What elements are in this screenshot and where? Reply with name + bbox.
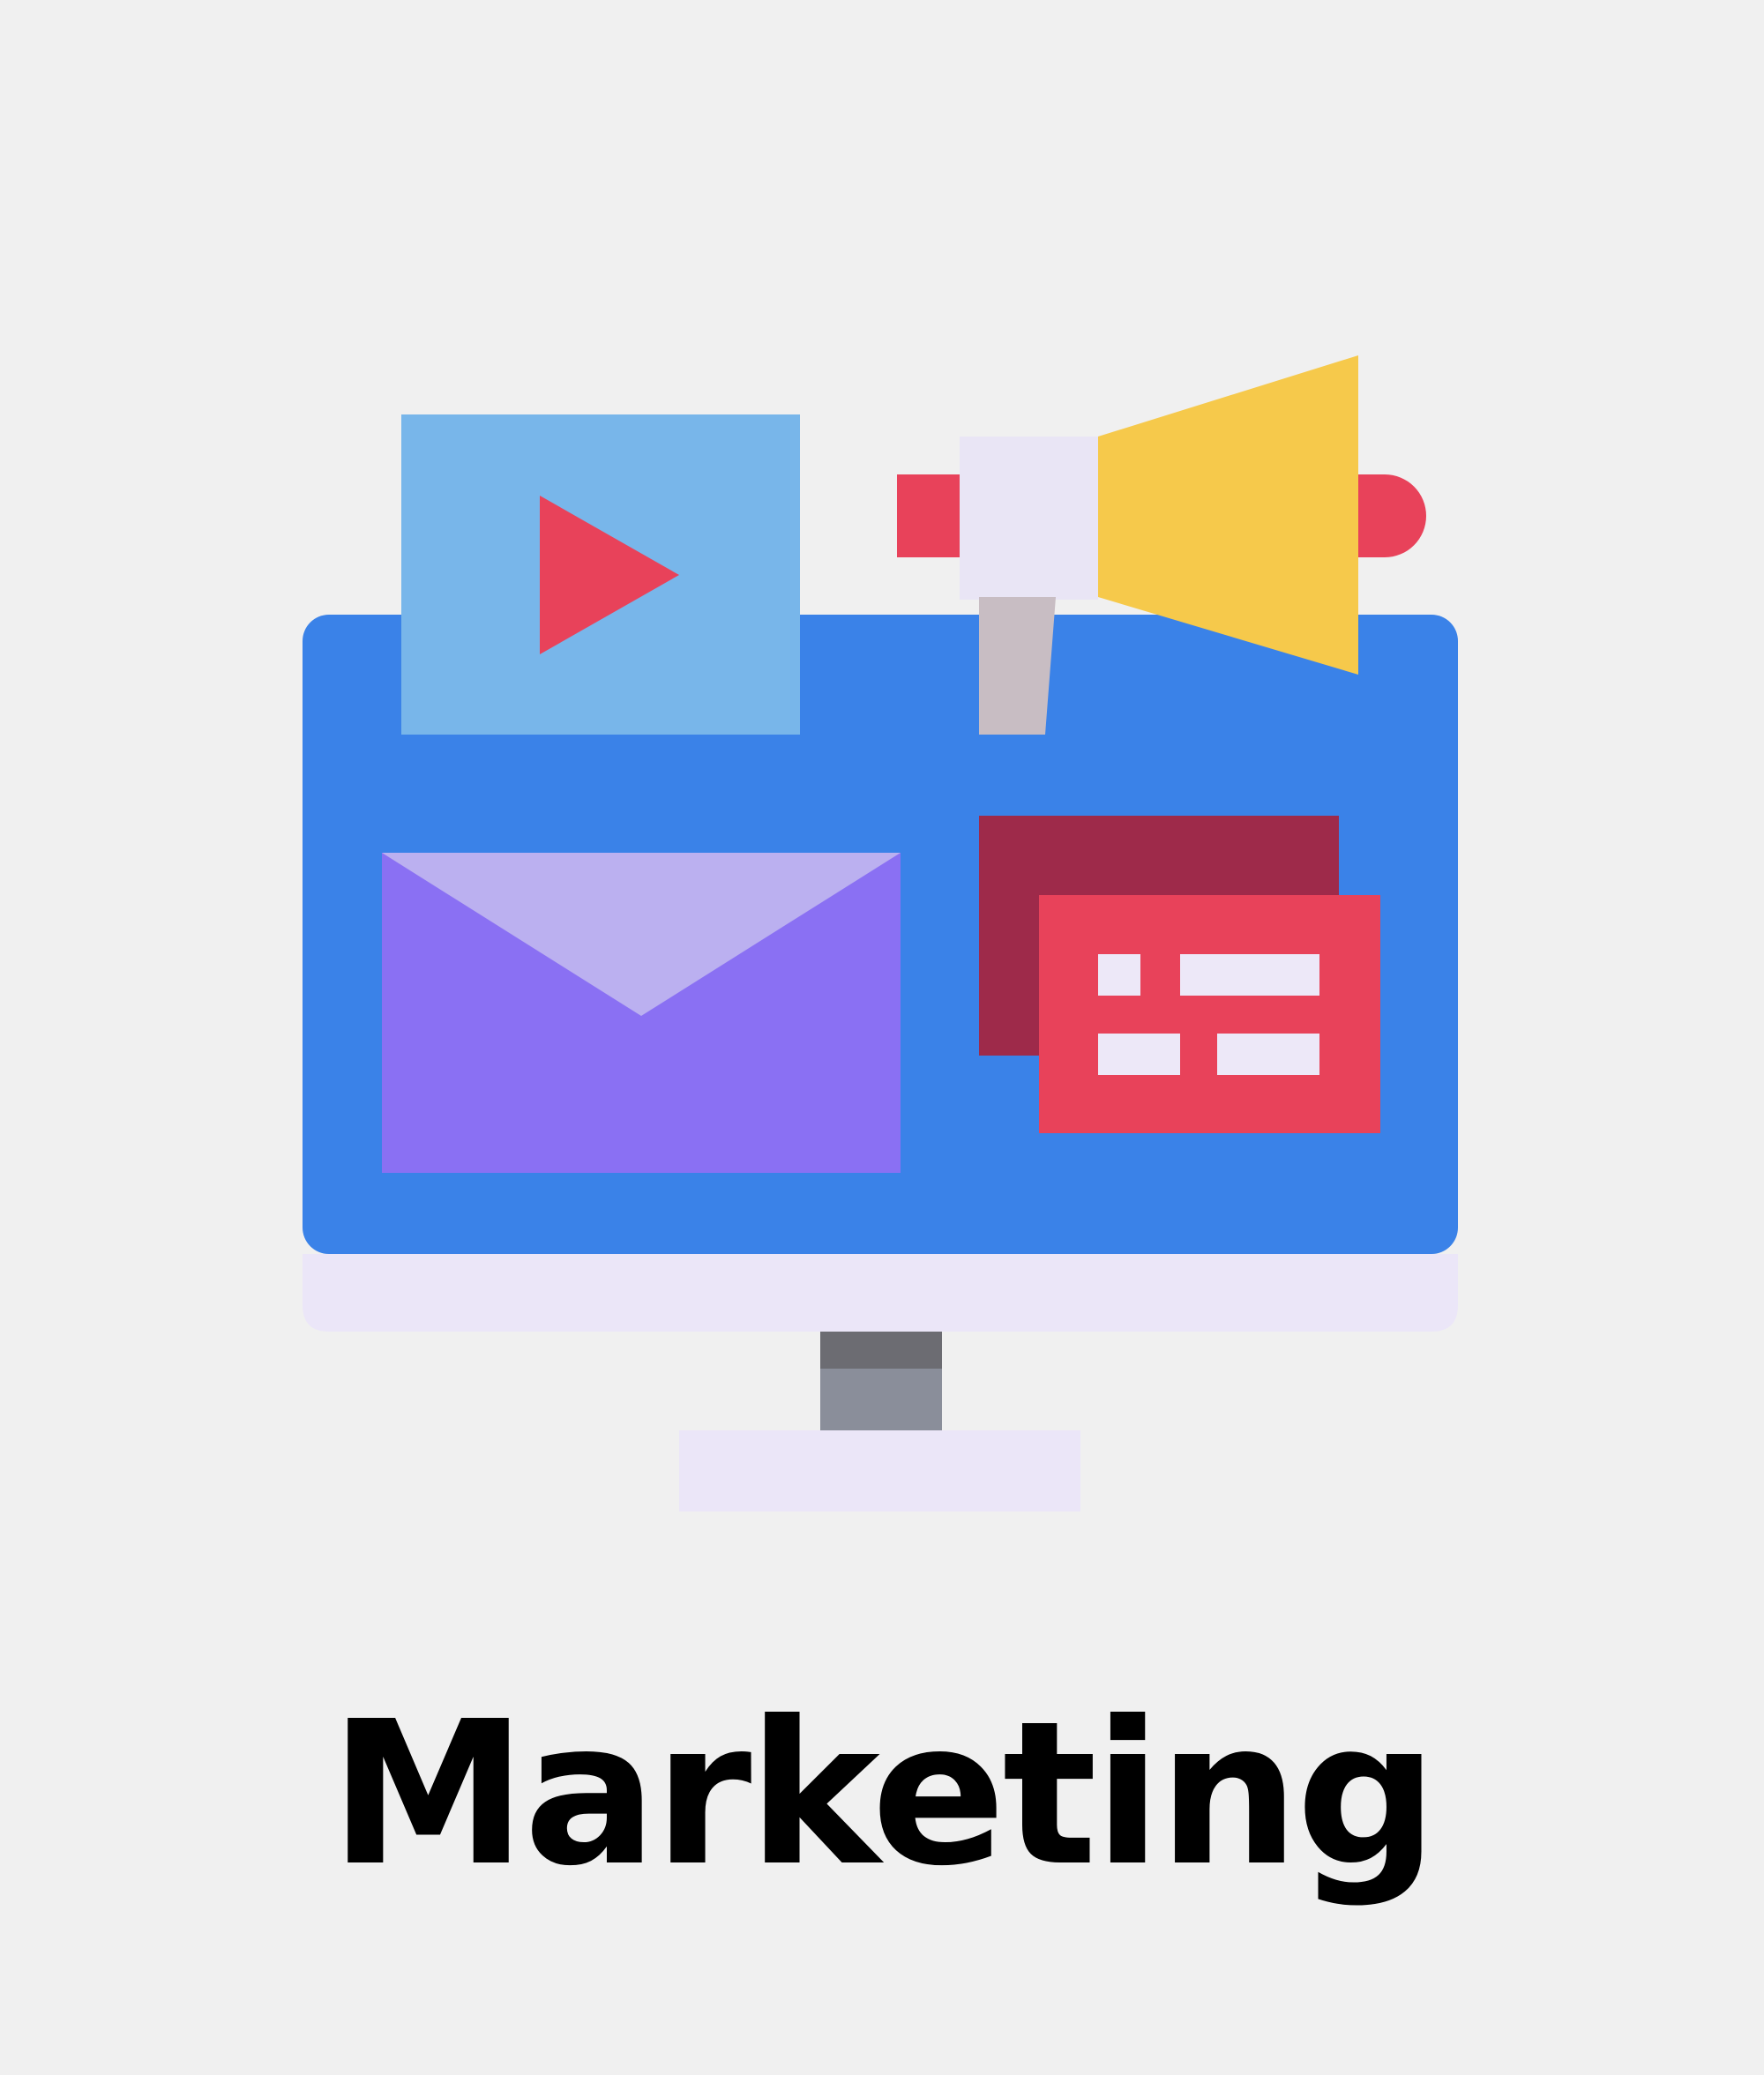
marketing-app-tile[interactable]: Marketing bbox=[0, 0, 1764, 2075]
megaphone-front-cap bbox=[1358, 474, 1426, 557]
marketing-monitor-megaphone-icon bbox=[303, 355, 1458, 1511]
monitor-bezel bbox=[303, 1254, 1458, 1332]
stand-base bbox=[679, 1430, 1080, 1511]
megaphone-rear-cap bbox=[897, 474, 961, 557]
megaphone-body bbox=[960, 437, 1098, 600]
card-front bbox=[1039, 895, 1380, 1133]
app-label: Marketing bbox=[329, 1679, 1439, 1910]
megaphone-handle bbox=[979, 597, 1056, 735]
